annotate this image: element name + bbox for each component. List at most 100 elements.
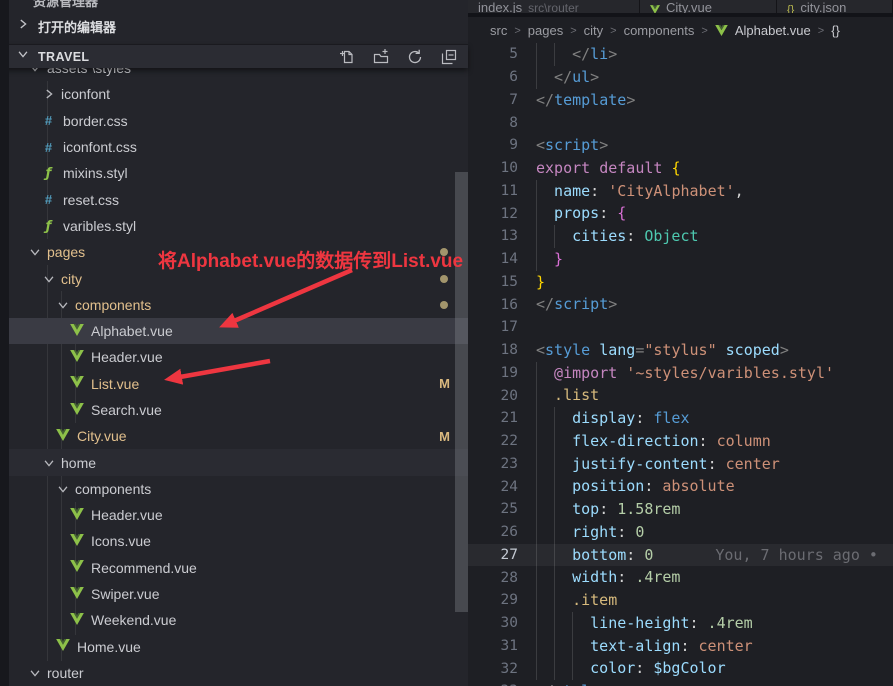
line-number: 24 xyxy=(500,478,518,495)
indent-guide xyxy=(536,566,554,589)
code-line[interactable]: 7 </template > xyxy=(468,89,893,112)
code-line[interactable]: 21 display: flex xyxy=(468,407,893,430)
line-number: 12 xyxy=(500,205,518,222)
tree-item[interactable]: Search.vue xyxy=(0,397,468,423)
line-number: 17 xyxy=(500,319,518,336)
css-file-icon: # xyxy=(44,192,53,208)
code-line[interactable]: 18 < style lang = "stylus" scoped > xyxy=(468,339,893,362)
tree-item[interactable]: components xyxy=(0,476,468,502)
code-line[interactable]: 6 </ul > xyxy=(468,65,893,89)
tree-item[interactable]: ƒ varibles.styl xyxy=(0,213,468,239)
code-line[interactable]: 16 </script > xyxy=(468,293,893,316)
tree-item[interactable]: Header.vue xyxy=(0,502,468,528)
code-line[interactable]: 13 cities: Object xyxy=(468,225,893,248)
breadcrumb-item[interactable]: components xyxy=(624,23,695,38)
tree-item[interactable]: # border.css xyxy=(0,108,468,134)
tree-item[interactable]: home xyxy=(0,449,468,476)
code-line[interactable]: 23 justify-content: center xyxy=(468,452,893,476)
tree-item[interactable]: Recommend.vue xyxy=(0,555,468,581)
open-editors-section-header[interactable]: 打开的编辑器 xyxy=(0,10,468,42)
tree-item[interactable]: Swiper.vue xyxy=(0,581,468,607)
indent-guide xyxy=(536,611,554,635)
indent-guide xyxy=(536,452,554,476)
editor-tab[interactable]: {} city.json xyxy=(777,0,893,13)
tree-item-label: router xyxy=(47,664,84,681)
breadcrumb-item[interactable]: {} xyxy=(831,23,840,38)
vue-file-icon xyxy=(69,376,84,391)
tree-item[interactable]: List.vue M xyxy=(0,371,468,397)
annotation-text: 将Alphabet.vue的数据传到List.vue xyxy=(158,251,464,272)
code-line[interactable]: 31 text-align: center xyxy=(468,634,893,658)
sidebar-scrollbar[interactable] xyxy=(455,172,468,612)
code-line[interactable]: 5 </li > xyxy=(468,43,893,66)
breadcrumb-item[interactable]: pages xyxy=(528,23,563,38)
tree-item-label: mixins.styl xyxy=(63,165,128,182)
line-number: 29 xyxy=(500,592,518,609)
vue-file-icon xyxy=(69,507,84,523)
tree-item[interactable]: Header.vue xyxy=(0,344,468,370)
indent-guide xyxy=(554,407,572,430)
tree-item[interactable]: # reset.css xyxy=(0,186,468,212)
editor-tab[interactable]: index.js src\router xyxy=(468,0,640,13)
editor-tabs: index.js src\router City.vue{} city.json xyxy=(468,0,893,13)
code-line[interactable]: 10 export default { xyxy=(468,157,893,180)
tree-item[interactable]: Weekend.vue xyxy=(0,607,468,633)
chevron-down-icon xyxy=(16,47,30,66)
explorer-sidebar: 资源管理器 打开的编辑器 TRAVEL assets \styles iconf… xyxy=(0,0,468,686)
code-line[interactable]: 19 @import '~styles/varibles.styl' xyxy=(468,361,893,385)
code-line[interactable]: 33</style> xyxy=(468,680,893,686)
tree-item-label: City.vue xyxy=(77,428,127,445)
code-line[interactable]: 28 width: .4rem xyxy=(468,566,893,589)
code-line[interactable]: 9 < script > xyxy=(468,134,893,157)
breadcrumb-separator-icon: > xyxy=(514,24,521,37)
tree-item[interactable]: ƒ mixins.styl xyxy=(0,160,468,186)
tree-item-label: iconfont xyxy=(61,86,111,103)
indent-guide xyxy=(554,611,572,635)
tree-item[interactable]: router xyxy=(0,660,468,686)
indent-guide xyxy=(554,225,572,248)
refresh-button[interactable] xyxy=(407,49,423,65)
tree-item[interactable]: # iconfont.css xyxy=(0,134,468,160)
code-line[interactable]: 24 position: absolute xyxy=(468,475,893,498)
code-line[interactable]: 17 xyxy=(468,316,893,339)
tree-item[interactable]: iconfont xyxy=(0,81,468,107)
tree-item[interactable]: Home.vue xyxy=(0,634,468,660)
code-line[interactable]: 15} xyxy=(468,271,893,294)
code-line[interactable]: 22 flex-direction: column xyxy=(468,429,893,453)
collapse-all-button[interactable] xyxy=(441,49,457,65)
tree-item[interactable]: Icons.vue xyxy=(0,528,468,554)
tree-item[interactable]: Alphabet.vue xyxy=(0,317,468,345)
breadcrumb-item[interactable]: src xyxy=(490,23,507,38)
tree-item-label: iconfont.css xyxy=(63,139,137,156)
indent-guide xyxy=(572,634,590,658)
braces-icon: {} xyxy=(787,4,795,13)
new-folder-button[interactable] xyxy=(373,48,389,65)
line-number: 6 xyxy=(509,69,518,86)
vue-file-icon xyxy=(55,428,70,444)
travel-section-header[interactable]: TRAVEL xyxy=(0,44,468,68)
breadcrumb-item[interactable]: city xyxy=(584,23,604,38)
indent-guide xyxy=(572,611,590,635)
code-line[interactable]: 11 name: 'CityAlphabet', xyxy=(468,179,893,203)
code-line[interactable]: 27 bottom: 0 You, 7 hours ago • xyxy=(468,543,893,567)
new-file-button[interactable] xyxy=(339,49,355,65)
code-line[interactable]: 30 line-height: .4rem xyxy=(468,611,893,635)
code-line[interactable]: 29 .item xyxy=(468,589,893,612)
code-line[interactable]: 14} xyxy=(468,247,893,271)
tree-item[interactable]: components xyxy=(0,292,468,318)
code-line[interactable]: 25 top: 1.58rem xyxy=(468,498,893,521)
code-line[interactable]: 8 xyxy=(468,111,893,134)
code-line[interactable]: 26 right: 0 xyxy=(468,520,893,544)
editor-tab[interactable]: City.vue xyxy=(640,0,777,13)
tree-item[interactable]: City.vue M xyxy=(0,423,468,449)
code-line[interactable]: 12 props: { xyxy=(468,202,893,225)
indent-guide xyxy=(554,475,572,498)
chevron-down-icon xyxy=(55,297,71,313)
line-number: 11 xyxy=(500,182,518,199)
code-line[interactable]: 32 color: $bgColor xyxy=(468,657,893,680)
vue-file-icon xyxy=(69,402,84,418)
code-editor[interactable]: 5 </li >6 </ul >7 </template > 8 9 < script >10 expo… xyxy=(468,43,893,686)
breadcrumb-item[interactable]: Alphabet.vue xyxy=(735,23,811,38)
code-line[interactable]: 20 .list xyxy=(468,384,893,407)
indent-guide xyxy=(554,498,572,521)
